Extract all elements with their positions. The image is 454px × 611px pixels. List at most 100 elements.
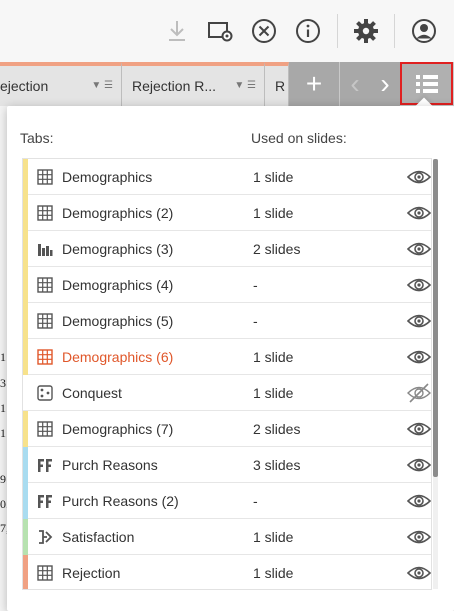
bar-chart-icon bbox=[37, 241, 53, 257]
toolbar-divider bbox=[394, 14, 395, 48]
eye-icon[interactable] bbox=[406, 563, 431, 583]
row-color-stripe bbox=[23, 519, 28, 555]
tab-name[interactable]: Demographics bbox=[62, 169, 152, 185]
row-color-stripe bbox=[23, 555, 28, 589]
row-color-stripe bbox=[23, 447, 28, 483]
eye-icon[interactable] bbox=[406, 203, 431, 223]
ff-icon bbox=[37, 457, 53, 473]
user-account-icon[interactable] bbox=[408, 15, 440, 47]
used-on-slides-value: - bbox=[253, 277, 258, 293]
used-on-slides-value: 2 slides bbox=[253, 421, 301, 437]
row-color-stripe bbox=[23, 303, 28, 339]
tab-list-row[interactable]: Demographics (7) 2 slides bbox=[23, 411, 431, 447]
row-color-stripe bbox=[23, 231, 28, 267]
tab-list-row[interactable]: Satisfaction 1 slide bbox=[23, 519, 431, 555]
download-icon[interactable] bbox=[161, 15, 193, 47]
table-icon bbox=[37, 313, 53, 329]
tab-label: R bbox=[275, 78, 286, 94]
tab-name[interactable]: Purch Reasons (2) bbox=[62, 493, 179, 509]
info-icon[interactable] bbox=[292, 15, 324, 47]
ff-icon bbox=[37, 493, 53, 509]
eye-off-icon[interactable] bbox=[407, 383, 431, 403]
tab-list: Demographics 1 slide Demographics (2) 1 sli… bbox=[22, 158, 432, 590]
dice-icon bbox=[37, 385, 53, 401]
tab-name[interactable]: Demographics (7) bbox=[62, 421, 173, 437]
tab-strip: ejection ▼ ☰ Rejection R... ▼ ☰ R + ‹ › bbox=[0, 62, 454, 106]
toolbar-divider bbox=[337, 14, 338, 48]
top-toolbar bbox=[0, 0, 454, 62]
tab-label: ejection bbox=[0, 78, 49, 94]
tab-name[interactable]: Satisfaction bbox=[62, 529, 134, 545]
eye-icon[interactable] bbox=[406, 347, 431, 367]
used-on-slides-value: 1 slide bbox=[253, 169, 294, 185]
tab-label: Rejection R... bbox=[132, 78, 217, 94]
used-on-slides-value: 1 slide bbox=[253, 385, 294, 401]
eye-icon[interactable] bbox=[406, 311, 431, 331]
tab-list-row[interactable]: Demographics (2) 1 slide bbox=[23, 195, 431, 231]
tab-list-row[interactable]: Demographics (4) - bbox=[23, 267, 431, 303]
eye-icon[interactable] bbox=[406, 455, 431, 475]
chevron-left-icon: ‹ bbox=[350, 68, 360, 99]
tab-rejection-reasons[interactable]: Rejection R... ▼ ☰ bbox=[122, 62, 265, 106]
tab-name[interactable]: Demographics (4) bbox=[62, 277, 173, 293]
tab-list-row[interactable]: Demographics (6) 1 slide bbox=[23, 339, 431, 375]
tab-list-row[interactable]: Demographics (3) 2 slides bbox=[23, 231, 431, 267]
table-icon bbox=[37, 205, 53, 221]
used-on-slides-value: 1 slide bbox=[253, 205, 294, 221]
tab-name[interactable]: Rejection bbox=[62, 565, 120, 581]
used-on-slides-value: 1 slide bbox=[253, 349, 294, 365]
table-icon bbox=[37, 565, 53, 581]
row-color-stripe bbox=[23, 159, 28, 195]
tab-next-button[interactable]: › bbox=[370, 62, 400, 106]
eye-icon[interactable] bbox=[406, 419, 431, 439]
scrollbar-thumb[interactable] bbox=[433, 159, 438, 477]
used-on-slides-header: Used on slides: bbox=[251, 130, 347, 146]
tab-list-row[interactable]: Purch Reasons 3 slides bbox=[23, 447, 431, 483]
add-tab-button[interactable]: + bbox=[289, 62, 339, 106]
table-icon bbox=[37, 169, 53, 185]
row-color-stripe bbox=[23, 375, 28, 411]
used-on-slides-value: 3 slides bbox=[253, 457, 301, 473]
tab-name[interactable]: Demographics (5) bbox=[62, 313, 173, 329]
tab-menu-icon[interactable]: ▼ ☰ bbox=[234, 80, 256, 91]
close-circle-icon[interactable] bbox=[248, 15, 280, 47]
eye-icon[interactable] bbox=[406, 527, 431, 547]
table-icon bbox=[37, 349, 53, 365]
gear-icon[interactable] bbox=[350, 15, 382, 47]
eye-icon[interactable] bbox=[406, 167, 431, 187]
tab-list-button[interactable] bbox=[400, 62, 453, 105]
row-color-stripe bbox=[23, 195, 28, 231]
flow-icon bbox=[37, 529, 53, 545]
tabs-header: Tabs: bbox=[20, 130, 54, 146]
used-on-slides-value: 1 slide bbox=[253, 529, 294, 545]
row-color-stripe bbox=[23, 411, 28, 447]
tab-name[interactable]: Purch Reasons bbox=[62, 457, 158, 473]
row-color-stripe bbox=[23, 339, 28, 375]
eye-icon[interactable] bbox=[406, 275, 431, 295]
tab-r[interactable]: R bbox=[265, 62, 289, 106]
tab-name[interactable]: Demographics (6) bbox=[62, 349, 173, 365]
tab-name[interactable]: Demographics (3) bbox=[62, 241, 173, 257]
tab-prev-button[interactable]: ‹ bbox=[340, 62, 370, 106]
tab-list-row[interactable]: Rejection 1 slide bbox=[23, 555, 431, 589]
tab-list-row[interactable]: Conquest 1 slide bbox=[23, 375, 431, 411]
tab-list-row[interactable]: Demographics 1 slide bbox=[23, 159, 431, 195]
row-color-stripe bbox=[23, 267, 28, 303]
preview-settings-icon[interactable] bbox=[204, 15, 236, 47]
tab-menu-icon[interactable]: ▼ ☰ bbox=[91, 80, 113, 91]
tab-name[interactable]: Conquest bbox=[62, 385, 122, 401]
used-on-slides-value: - bbox=[253, 313, 258, 329]
eye-icon[interactable] bbox=[406, 491, 431, 511]
used-on-slides-value: - bbox=[253, 493, 258, 509]
tab-rejection[interactable]: ejection ▼ ☰ bbox=[0, 62, 122, 106]
tab-list-row[interactable]: Purch Reasons (2) - bbox=[23, 483, 431, 519]
tab-list-row[interactable]: Demographics (5) - bbox=[23, 303, 431, 339]
used-on-slides-value: 1 slide bbox=[253, 565, 294, 581]
tab-name[interactable]: Demographics (2) bbox=[62, 205, 173, 221]
chevron-right-icon: › bbox=[380, 68, 390, 99]
table-icon bbox=[37, 277, 53, 293]
table-icon bbox=[37, 421, 53, 437]
row-color-stripe bbox=[23, 483, 28, 519]
eye-icon[interactable] bbox=[406, 239, 431, 259]
used-on-slides-value: 2 slides bbox=[253, 241, 301, 257]
